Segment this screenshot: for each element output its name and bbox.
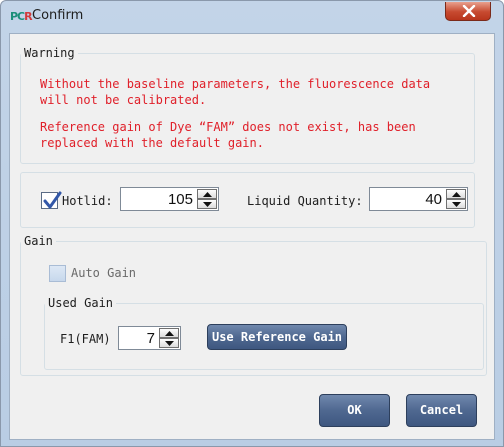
close-x-icon [462,5,476,17]
checkmark-icon [43,191,62,209]
warning-message-4: replaced with the default gain. [40,136,264,150]
arrow-up-icon [203,192,212,197]
arrow-down-icon [452,202,461,207]
arrow-down-icon [165,341,174,346]
hotlid-decrement-button[interactable] [197,199,217,209]
title-bar[interactable]: PCR Confirm [1,1,503,33]
hotlid-label: Hotlid: [62,194,113,208]
channel-gain-spinbox[interactable]: 7 [118,326,181,350]
liquid-quantity-spinbox[interactable]: 40 [369,187,468,211]
window-title: Confirm [32,8,84,23]
channel-gain-value[interactable]: 7 [147,330,155,347]
auto-gain-checkbox[interactable] [49,265,66,282]
used-gain-legend: Used Gain [48,296,114,310]
use-reference-gain-button[interactable]: Use Reference Gain [207,324,347,350]
close-button[interactable] [445,2,491,21]
use-reference-gain-label: Use Reference Gain [211,330,343,344]
gain-decrement-button[interactable] [159,338,179,348]
gain-increment-button[interactable] [159,328,179,338]
liquid-quantity-label: Liquid Quantity: [247,194,363,208]
hotlid-value[interactable]: 105 [168,191,193,208]
app-icon: PCR [10,10,33,23]
cancel-button[interactable]: Cancel [406,394,477,427]
ok-label: OK [347,403,362,417]
liquid-quantity-value[interactable]: 40 [425,191,442,208]
arrow-up-icon [452,192,461,197]
warning-message-2: will not be calibrated. [40,93,207,107]
liquid-increment-button[interactable] [446,189,466,199]
warning-legend: Warning [24,46,75,60]
gain-legend: Gain [24,234,53,248]
channel-label: F1(FAM) [60,332,111,346]
warning-message-3: Reference gain of Dye “FAM” does not exi… [40,120,416,134]
liquid-decrement-button[interactable] [446,199,466,209]
auto-gain-label: Auto Gain [71,266,137,280]
warning-message-1: Without the baseline parameters, the flu… [40,77,431,91]
hotlid-checkbox[interactable] [41,191,62,209]
hotlid-increment-button[interactable] [197,189,217,199]
arrow-up-icon [165,331,174,336]
hotlid-spinbox[interactable]: 105 [120,187,219,211]
cancel-label: Cancel [419,403,464,417]
ok-button[interactable]: OK [319,394,390,427]
arrow-down-icon [203,202,212,207]
